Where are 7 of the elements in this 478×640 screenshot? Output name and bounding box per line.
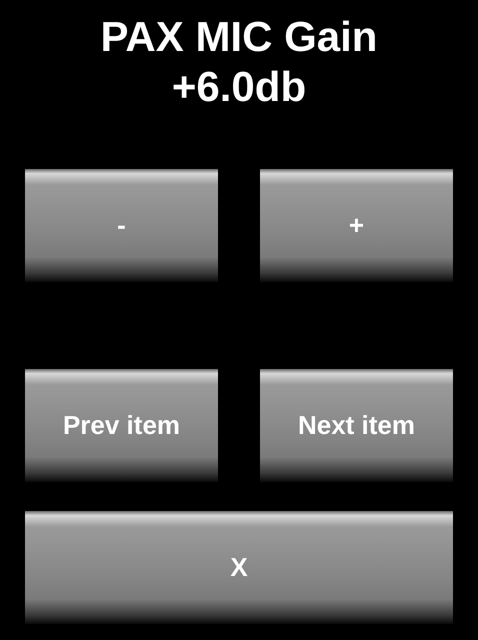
control-button[interactable]: X [25, 511, 453, 624]
control-button[interactable]: Next item [260, 369, 453, 482]
control-button[interactable]: - [25, 169, 218, 282]
title-text: +6.0db [172, 62, 306, 112]
control-button[interactable]: + [260, 169, 453, 282]
control-button[interactable]: Prev item [25, 369, 218, 482]
title-text: PAX MIC Gain [100, 12, 378, 62]
